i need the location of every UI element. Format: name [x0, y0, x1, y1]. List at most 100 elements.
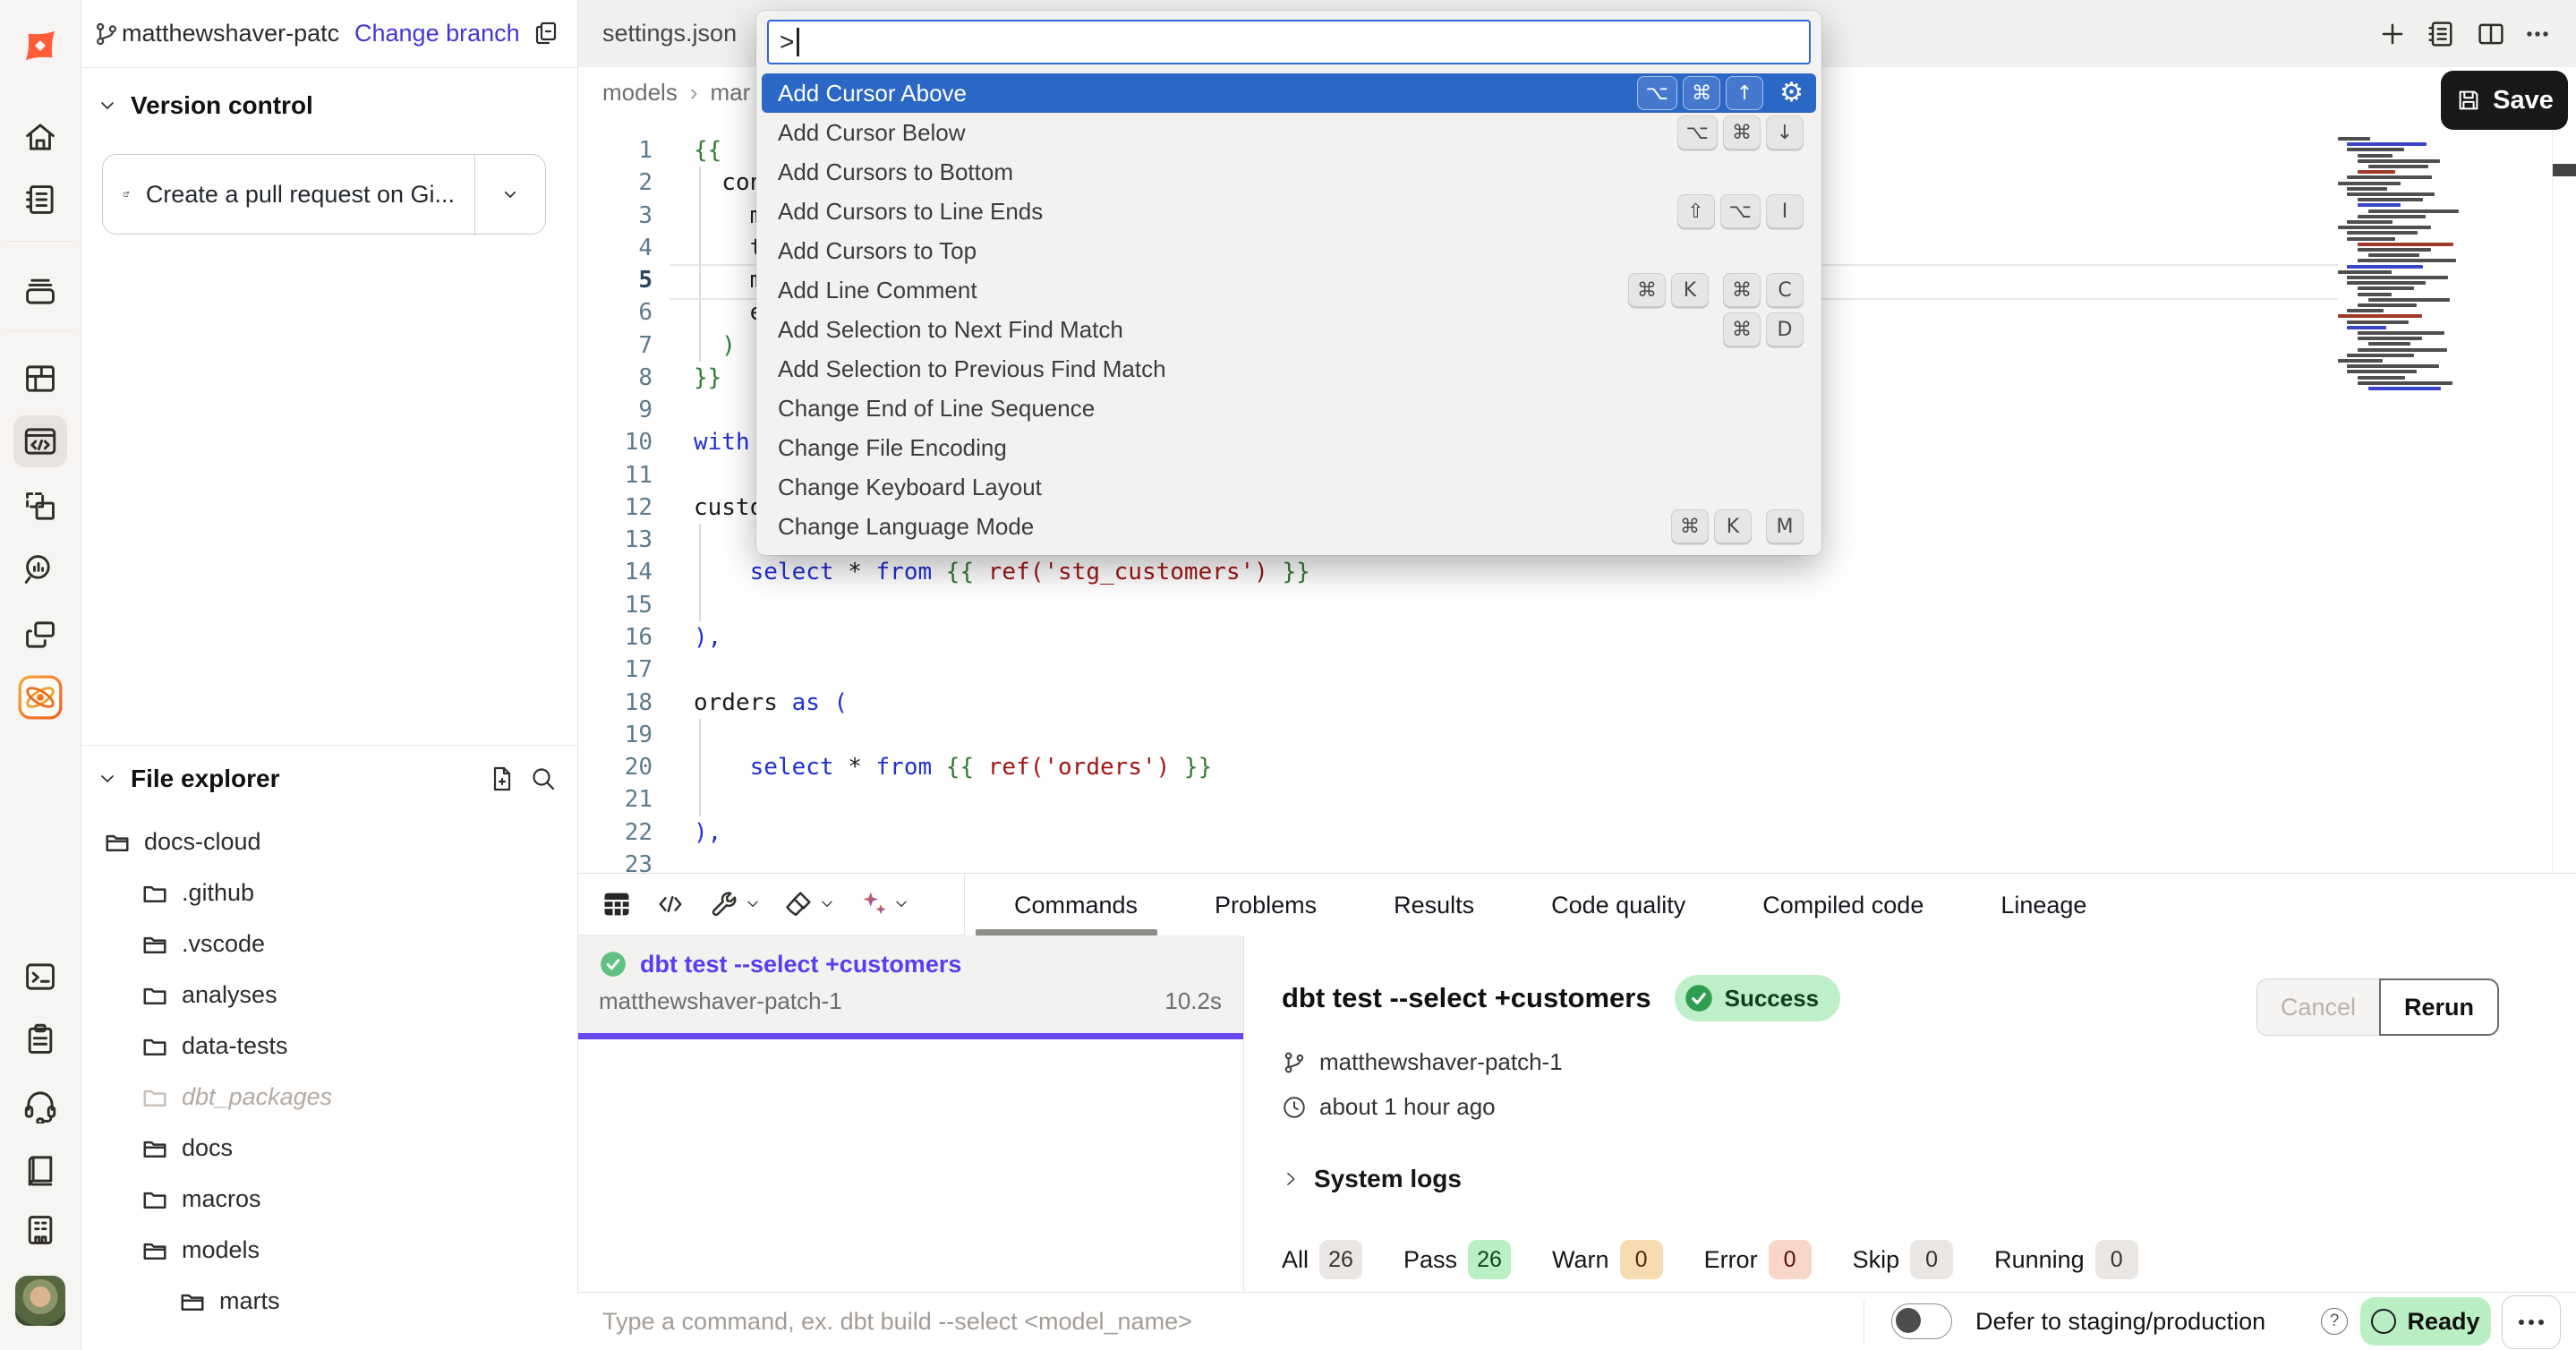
- minimap[interactable]: [2338, 137, 2472, 397]
- filter-chip-warn[interactable]: Warn0: [1552, 1240, 1663, 1279]
- gear-icon[interactable]: ⚙: [1779, 80, 1804, 107]
- bottom-tab-results[interactable]: Results: [1394, 892, 1474, 919]
- notebook-icon[interactable]: [13, 174, 67, 226]
- command-history-item[interactable]: dbt test --select +customers matthewshav…: [577, 936, 1243, 1039]
- create-pr-dropdown[interactable]: [474, 155, 545, 234]
- editor-scrollbar[interactable]: [2552, 117, 2576, 873]
- chevron-down-icon: [745, 896, 761, 912]
- command-input[interactable]: Type a command, ex. dbt build --select <…: [602, 1293, 1192, 1350]
- palette-command-row[interactable]: Change Language Mode⌘KM: [762, 507, 1816, 546]
- bottom-tab-code-quality[interactable]: Code quality: [1551, 892, 1685, 919]
- filter-chip-error[interactable]: Error0: [1704, 1240, 1812, 1279]
- breadcrumb-marts[interactable]: mar: [711, 79, 751, 107]
- terminal-icon[interactable]: [13, 951, 67, 1003]
- tab-settings-json[interactable]: settings.json: [577, 0, 762, 67]
- filter-label: Error: [1704, 1246, 1758, 1274]
- system-logs-toggle[interactable]: System logs: [1282, 1165, 1462, 1193]
- headset-icon[interactable]: [13, 1079, 67, 1131]
- search-icon[interactable]: [529, 765, 558, 793]
- code-editor-icon[interactable]: [13, 415, 67, 467]
- table-view-icon[interactable]: [601, 888, 633, 920]
- organization-icon[interactable]: [13, 1204, 67, 1256]
- code-line: [694, 849, 1310, 873]
- new-tab-icon[interactable]: [2375, 16, 2410, 52]
- palette-command-row[interactable]: Add Cursor Above⌥⌘↑⚙: [762, 73, 1816, 113]
- line-number: 7: [577, 329, 653, 362]
- save-button[interactable]: Save: [2441, 71, 2568, 130]
- new-file-icon[interactable]: [488, 765, 516, 793]
- file-tree-item-models[interactable]: models: [81, 1225, 577, 1276]
- filter-chip-running[interactable]: Running0: [1994, 1240, 2138, 1279]
- palette-command-row[interactable]: Change End of Line Sequence: [762, 389, 1816, 428]
- dashboard-icon[interactable]: [13, 353, 67, 405]
- chevron-down-icon[interactable]: [97, 768, 118, 790]
- file-tree-item-dbt_packages[interactable]: dbt_packages: [81, 1072, 577, 1123]
- palette-command-row[interactable]: Change Keyboard Layout: [762, 467, 1816, 507]
- cancel-button[interactable]: Cancel: [2256, 978, 2379, 1036]
- chevron-down-icon: [893, 896, 909, 912]
- split-editor-icon[interactable]: [2473, 16, 2509, 52]
- copy-icon[interactable]: [532, 19, 560, 47]
- palette-command-row[interactable]: Add Selection to Previous Find Match: [762, 349, 1816, 389]
- select-area-icon[interactable]: [13, 481, 67, 533]
- filter-count-badge: 26: [1468, 1240, 1511, 1279]
- palette-command-row[interactable]: Add Cursors to Bottom: [762, 152, 1816, 192]
- compiled-sql-icon[interactable]: [654, 888, 687, 920]
- ai-fix-button[interactable]: [857, 888, 909, 920]
- dbt-copilot-atom-icon[interactable]: [13, 671, 67, 723]
- filter-chip-skip[interactable]: Skip0: [1853, 1240, 1954, 1279]
- current-branch-name[interactable]: matthewshaver-patc: [122, 20, 345, 47]
- palette-command-row[interactable]: Add Selection to Next Find Match⌘D: [762, 310, 1816, 349]
- breadcrumb-models[interactable]: models: [602, 79, 678, 107]
- bottom-tab-commands[interactable]: Commands: [1014, 892, 1138, 919]
- more-actions-button[interactable]: [2502, 1295, 2561, 1349]
- palette-command-row[interactable]: Add Cursors to Top: [762, 231, 1816, 270]
- file-tree-item-analyses[interactable]: analyses: [81, 970, 577, 1021]
- file-tree-item-macros[interactable]: macros: [81, 1174, 577, 1225]
- command-placeholder: Type a command, ex. dbt build --select <…: [602, 1308, 1192, 1336]
- file-tree-item-.github[interactable]: .github: [81, 867, 577, 919]
- palette-command-row[interactable]: Change File Encoding: [762, 428, 1816, 467]
- scrollbar-thumb[interactable]: [2553, 164, 2576, 176]
- file-explorer-title[interactable]: File explorer: [131, 765, 280, 793]
- create-pr-button[interactable]: Create a pull request on Gi...: [103, 179, 474, 209]
- change-branch-link[interactable]: Change branch: [354, 20, 520, 47]
- docs-book-icon[interactable]: [13, 1143, 67, 1195]
- file-tree-item-.vscode[interactable]: .vscode: [81, 919, 577, 970]
- search-insights-icon[interactable]: [13, 543, 67, 595]
- create-pr-label: Create a pull request on Gi...: [146, 181, 455, 209]
- file-tree-item-data-tests[interactable]: data-tests: [81, 1021, 577, 1072]
- defer-toggle[interactable]: [1891, 1303, 1952, 1339]
- notebook-panel-icon[interactable]: [2423, 16, 2459, 52]
- palette-input[interactable]: >: [767, 20, 1811, 64]
- chevron-down-icon: [819, 896, 835, 912]
- help-icon[interactable]: ?: [2321, 1308, 2348, 1335]
- file-tree-item-docs-cloud[interactable]: docs-cloud: [81, 816, 577, 867]
- format-button[interactable]: [782, 888, 835, 920]
- bottom-tab-compiled-code[interactable]: Compiled code: [1762, 892, 1923, 919]
- code-line: [694, 719, 1310, 751]
- file-tree-item-marts[interactable]: marts: [81, 1276, 577, 1327]
- bottom-tab-lineage[interactable]: Lineage: [2000, 892, 2086, 919]
- user-avatar[interactable]: [13, 1275, 67, 1327]
- status-label: Success: [1725, 985, 1820, 1012]
- clipboard-icon[interactable]: [13, 1013, 67, 1065]
- line-number: 21: [577, 783, 653, 816]
- home-icon[interactable]: [13, 111, 67, 163]
- palette-command-row[interactable]: Add Cursors to Line Ends⇧⌥I: [762, 192, 1816, 231]
- rerun-button[interactable]: Rerun: [2379, 978, 2499, 1036]
- file-tree-label: docs-cloud: [144, 828, 261, 856]
- code-line: ),: [694, 621, 1310, 654]
- stack-icon[interactable]: [13, 265, 67, 317]
- bottom-tab-problems[interactable]: Problems: [1215, 892, 1317, 919]
- version-control-section-header[interactable]: Version control: [97, 91, 313, 120]
- windows-icon[interactable]: [13, 609, 67, 661]
- palette-command-row[interactable]: Add Line Comment⌘K⌘C: [762, 270, 1816, 310]
- palette-command-row[interactable]: Add Cursor Below⌥⌘↓: [762, 113, 1816, 152]
- file-tree-item-docs[interactable]: docs: [81, 1123, 577, 1174]
- filter-count-badge: 0: [1620, 1240, 1663, 1279]
- build-options-button[interactable]: [708, 888, 761, 920]
- filter-chip-pass[interactable]: Pass26: [1403, 1240, 1511, 1279]
- filter-chip-all[interactable]: All26: [1282, 1240, 1362, 1279]
- more-options-icon[interactable]: [2520, 16, 2555, 52]
